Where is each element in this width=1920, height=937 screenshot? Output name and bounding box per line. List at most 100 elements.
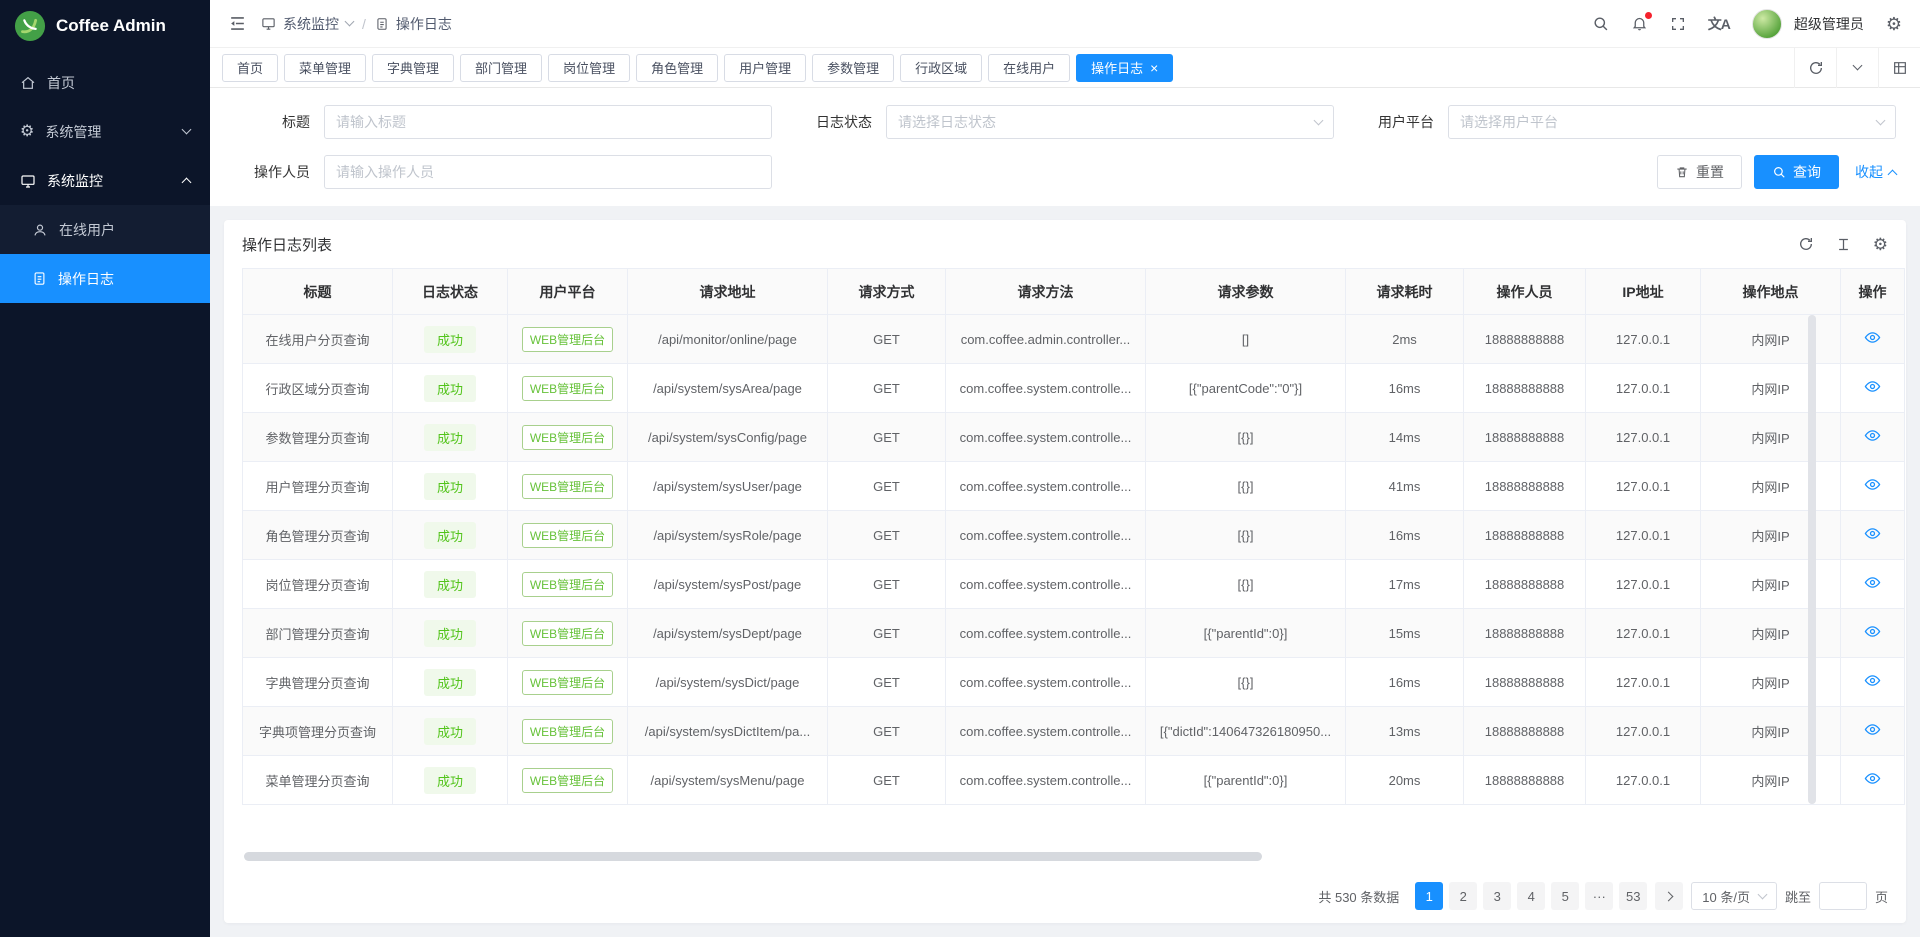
log-status-select[interactable]: 请选择日志状态 <box>886 105 1334 139</box>
tab[interactable]: 操作日志 × <box>1076 54 1173 82</box>
refresh-icon[interactable] <box>1798 236 1814 252</box>
view-detail-eye-icon[interactable] <box>1864 672 1881 689</box>
jump-page-input[interactable] <box>1819 882 1867 910</box>
cell-request-function: com.coffee.system.controlle... <box>946 364 1146 413</box>
tab[interactable]: 用户管理 <box>724 54 806 82</box>
settings-gear-icon[interactable]: ⚙ <box>1873 236 1888 253</box>
platform-badge: WEB管理后台 <box>522 670 613 695</box>
view-detail-eye-icon[interactable] <box>1864 378 1881 395</box>
page-button[interactable]: 1 <box>1415 882 1443 910</box>
cell-request-function: com.coffee.system.controlle... <box>946 609 1146 658</box>
username[interactable]: 超级管理员 <box>1794 14 1864 34</box>
page-button[interactable]: 2 <box>1449 882 1477 910</box>
cell-status: 成功 <box>393 413 508 462</box>
operator-input[interactable] <box>324 155 772 189</box>
tab-label: 部门管理 <box>475 58 527 77</box>
page-button[interactable]: 4 <box>1517 882 1545 910</box>
sidebar-item-system-management[interactable]: ⚙ 系统管理 <box>0 107 210 156</box>
column-header: 操作人员 <box>1464 269 1586 315</box>
title-input[interactable] <box>324 105 772 139</box>
sidebar-item-operation-log[interactable]: 操作日志 <box>0 254 210 303</box>
sidebar-item-label: 系统管理 <box>45 122 101 142</box>
vertical-scrollbar[interactable] <box>1808 315 1816 804</box>
cell-duration: 16ms <box>1346 511 1464 560</box>
tab-label: 字典管理 <box>387 58 439 77</box>
tab[interactable]: 菜单管理 <box>284 54 366 82</box>
logo[interactable]: Coffee Admin <box>0 0 210 52</box>
breadcrumb: 系统监控 / 操作日志 <box>261 14 452 34</box>
sidebar-item-home[interactable]: 首页 <box>0 58 210 107</box>
cell-request-method: GET <box>828 707 946 756</box>
cell-actions <box>1841 462 1905 511</box>
fullscreen-icon[interactable] <box>1670 16 1686 32</box>
view-detail-eye-icon[interactable] <box>1864 623 1881 640</box>
tab[interactable]: 字典管理 <box>372 54 454 82</box>
page-size-select[interactable]: 10 条/页 <box>1691 882 1777 910</box>
page-button[interactable]: ··· <box>1585 882 1613 910</box>
tab[interactable]: 首页 <box>222 54 278 82</box>
next-page-button[interactable] <box>1655 882 1683 910</box>
cell-status: 成功 <box>393 658 508 707</box>
settings-gear-icon[interactable]: ⚙ <box>1886 15 1902 33</box>
view-detail-eye-icon[interactable] <box>1864 476 1881 493</box>
avatar[interactable] <box>1752 9 1782 39</box>
table-row: 岗位管理分页查询 成功 WEB管理后台 /api/system/sysPost/… <box>243 560 1905 609</box>
view-detail-eye-icon[interactable] <box>1864 427 1881 444</box>
tab[interactable]: 角色管理 <box>636 54 718 82</box>
status-badge: 成功 <box>424 571 476 598</box>
cell-duration: 41ms <box>1346 462 1464 511</box>
page-buttons: 1 2 3 4 5 ··· 53 <box>1415 882 1647 910</box>
refresh-icon[interactable] <box>1794 48 1836 88</box>
cell-status: 成功 <box>393 462 508 511</box>
tab[interactable]: 岗位管理 <box>548 54 630 82</box>
cell-request-params: [{"dictId":140647326180950... <box>1146 707 1346 756</box>
view-detail-eye-icon[interactable] <box>1864 525 1881 542</box>
horizontal-scrollbar[interactable] <box>244 852 1886 861</box>
layout-grid-icon[interactable] <box>1878 48 1920 88</box>
close-icon[interactable]: × <box>1150 61 1158 75</box>
cell-location: 内网IP <box>1701 756 1841 805</box>
cell-title: 部门管理分页查询 <box>243 609 393 658</box>
view-detail-eye-icon[interactable] <box>1864 329 1881 346</box>
cell-request-params: [{}] <box>1146 511 1346 560</box>
notification-bell-icon[interactable] <box>1631 15 1648 32</box>
platform-badge: WEB管理后台 <box>522 376 613 401</box>
scrollbar-thumb[interactable] <box>244 852 1262 861</box>
page-button[interactable]: 5 <box>1551 882 1579 910</box>
chevron-down-icon[interactable] <box>1836 48 1878 88</box>
select-placeholder: 请选择日志状态 <box>898 112 996 132</box>
view-detail-eye-icon[interactable] <box>1864 721 1881 738</box>
cell-title: 角色管理分页查询 <box>243 511 393 560</box>
breadcrumb-parent[interactable]: 系统监控 <box>283 14 339 34</box>
cell-operator: 18888888888 <box>1464 364 1586 413</box>
column-header: 请求方式 <box>828 269 946 315</box>
sidebar-item-system-monitor[interactable]: 系统监控 <box>0 156 210 205</box>
tab[interactable]: 部门管理 <box>460 54 542 82</box>
sidebar-item-online-users[interactable]: 在线用户 <box>0 205 210 254</box>
search-icon[interactable] <box>1592 15 1609 32</box>
view-detail-eye-icon[interactable] <box>1864 574 1881 591</box>
view-detail-eye-icon[interactable] <box>1864 770 1881 787</box>
document-icon <box>32 271 47 286</box>
page-button[interactable]: 53 <box>1619 882 1647 910</box>
tab[interactable]: 行政区域 <box>900 54 982 82</box>
cell-status: 成功 <box>393 560 508 609</box>
gear-icon: ⚙ <box>20 124 34 140</box>
column-height-icon[interactable] <box>1836 237 1851 252</box>
reset-button[interactable]: 重置 <box>1657 155 1742 189</box>
menu-fold-icon[interactable] <box>228 14 247 33</box>
collapse-link[interactable]: 收起 <box>1855 162 1896 182</box>
cell-ip: 127.0.0.1 <box>1586 756 1701 805</box>
query-button[interactable]: 查询 <box>1754 155 1839 189</box>
cell-operator: 18888888888 <box>1464 413 1586 462</box>
user-platform-select[interactable]: 请选择用户平台 <box>1448 105 1896 139</box>
cell-title: 字典项管理分页查询 <box>243 707 393 756</box>
cell-request-url: /api/system/sysMenu/page <box>628 756 828 805</box>
translate-icon[interactable]: 文A <box>1708 14 1730 34</box>
platform-badge: WEB管理后台 <box>522 425 613 450</box>
tab[interactable]: 参数管理 <box>812 54 894 82</box>
tab[interactable]: 在线用户 <box>988 54 1070 82</box>
cell-status: 成功 <box>393 756 508 805</box>
page-button[interactable]: 3 <box>1483 882 1511 910</box>
cell-ip: 127.0.0.1 <box>1586 315 1701 364</box>
